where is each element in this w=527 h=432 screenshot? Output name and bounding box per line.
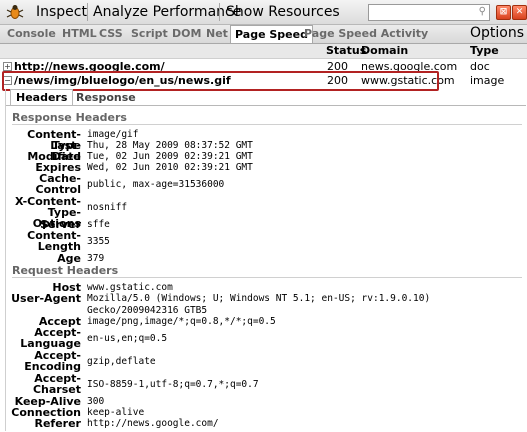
expand-icon[interactable]: + (3, 62, 12, 71)
tab-dom[interactable]: DOM (172, 27, 201, 40)
type-column-header[interactable]: Type (470, 44, 499, 57)
divider (12, 124, 522, 125)
header-value: public, max-age=31536000 (87, 179, 225, 190)
toolbar-divider (87, 3, 88, 21)
search-input[interactable]: ⚲ (368, 4, 490, 21)
tab-page-speed[interactable]: Page Speed (230, 25, 313, 43)
header-value: 3355 (87, 236, 110, 247)
tab-net[interactable]: Net (206, 27, 228, 40)
response-headers-title: Response Headers (12, 111, 127, 124)
header-name: User-Agent (11, 292, 81, 305)
tab-css[interactable]: CSS (99, 27, 123, 40)
tab-page-speed-activity[interactable]: Page Speed Activity (304, 27, 428, 40)
options-menu[interactable]: Options (470, 25, 524, 41)
header-value: Mozilla/5.0 (Windows; U; Windows NT 5.1;… (87, 293, 436, 316)
divider (12, 277, 522, 278)
divider (6, 105, 526, 106)
panel-tab-bar: Console HTML CSS Script DOM Net Page Spe… (0, 25, 527, 44)
show-resources-button[interactable]: Show Resources (226, 4, 340, 20)
detail-tabs: Headers Response (6, 89, 526, 105)
selected-row-highlight (2, 71, 439, 91)
header-value: en-us,en;q=0.5 (87, 333, 168, 344)
close-button[interactable]: ✕ (512, 5, 527, 20)
header-value: image/png,image/*;q=0.8,*/*;q=0.5 (87, 316, 276, 327)
header-name: Referer (34, 417, 82, 430)
header-value: http://news.google.com/ (87, 418, 219, 429)
tab-html[interactable]: HTML (62, 27, 97, 40)
tab-response[interactable]: Response (76, 91, 136, 104)
domain-column-header[interactable]: Domain (361, 44, 408, 57)
header-value: Wed, 02 Jun 2010 02:39:21 GMT (87, 162, 253, 173)
tab-console[interactable]: Console (7, 27, 56, 40)
request-details-panel: Headers Response Response Headers Conten… (5, 89, 526, 431)
inspect-button[interactable]: Inspect (36, 4, 87, 20)
header-value: 379 (87, 253, 105, 264)
request-type: doc (470, 60, 490, 73)
toolbar-divider (219, 3, 220, 21)
header-value: nosniff (87, 202, 128, 213)
request-headers-title: Request Headers (12, 264, 119, 277)
firebug-bug-icon[interactable] (6, 3, 24, 21)
header-name: Accept-Language (20, 326, 81, 350)
header-value: ISO-8859-1,utf-8;q=0.7,*;q=0.7 (87, 379, 259, 390)
header-name: Accept-Encoding (24, 349, 81, 373)
minimize-button[interactable]: ⊠ (496, 5, 511, 20)
header-name: Age (57, 252, 81, 265)
header-value: gzip,deflate (87, 356, 156, 367)
net-column-header: Status Domain Type (0, 44, 527, 59)
header-name: Cache-Control (35, 172, 81, 196)
search-icon: ⚲ (478, 6, 486, 17)
firebug-toolbar: Inspect Analyze Performance Show Resourc… (0, 0, 527, 25)
header-name: Accept-Charset (32, 372, 81, 396)
header-name: Content-Length (27, 229, 81, 253)
tab-headers[interactable]: Headers (10, 89, 74, 105)
request-type: image (470, 74, 505, 87)
tab-script[interactable]: Script (131, 27, 168, 40)
header-value: sffe (87, 219, 110, 230)
